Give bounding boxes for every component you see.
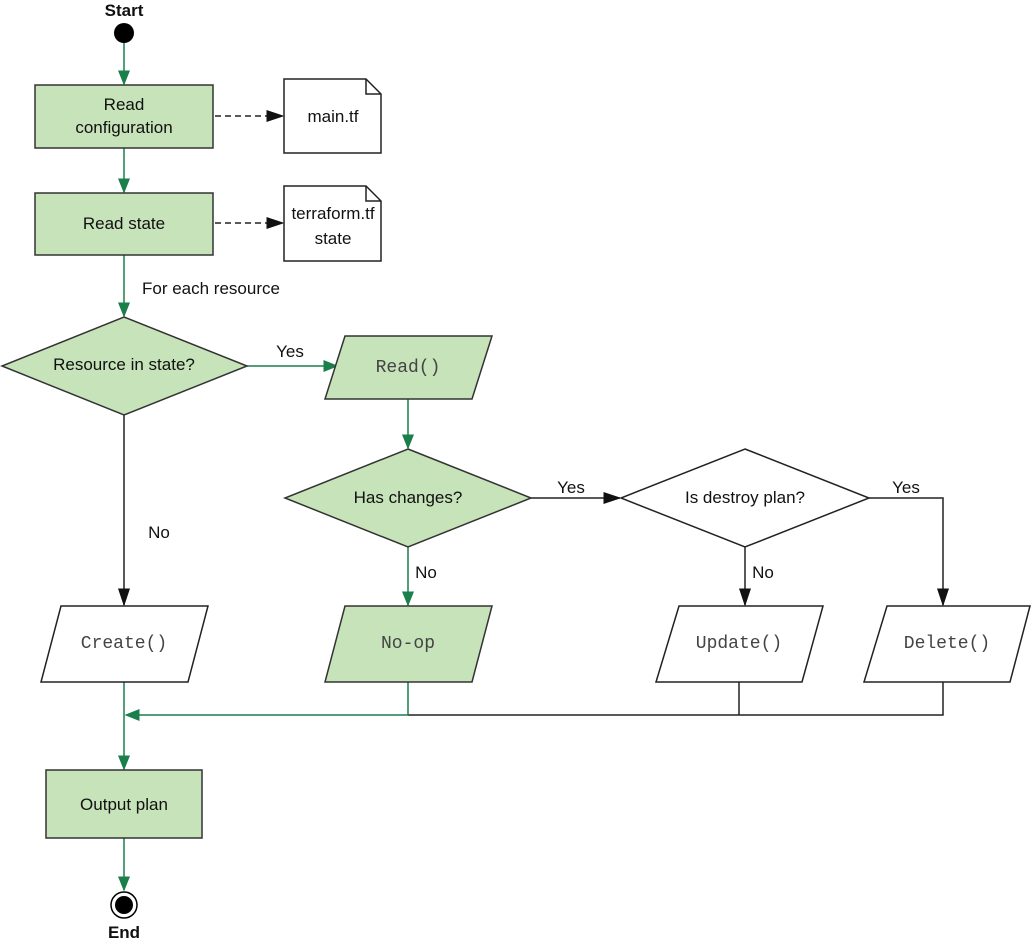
start-label: Start [105, 1, 144, 20]
start-node [114, 23, 134, 43]
noop-label: No-op [381, 634, 435, 654]
no-label-1: No [148, 523, 170, 542]
for-each-label: For each resource [142, 279, 280, 298]
state-file-line1: terraform.tf [291, 204, 374, 223]
read-configuration-line1: Read [104, 95, 145, 114]
end-node-inner [115, 896, 133, 914]
edge-delete-merge [408, 682, 944, 716]
read-state-label: Read state [83, 214, 165, 233]
no-label-2: No [415, 563, 437, 582]
read-fn-label: Read() [376, 358, 441, 378]
yes-label-3: Yes [892, 478, 920, 497]
output-plan-label: Output plan [80, 795, 168, 814]
delete-fn-label: Delete() [904, 634, 990, 654]
state-file-document-icon [283, 185, 382, 262]
yes-label-2: Yes [557, 478, 585, 497]
update-fn-label: Update() [696, 634, 782, 654]
no-label-3: No [752, 563, 774, 582]
end-label: End [108, 923, 140, 942]
yes-label-1: Yes [276, 342, 304, 361]
state-file-line2: state [315, 229, 352, 248]
flowchart: Start Read configuration main.tf Read st… [0, 1, 1031, 942]
resource-in-state-label: Resource in state? [53, 355, 195, 374]
is-destroy-plan-label: Is destroy plan? [685, 488, 805, 507]
has-changes-label: Has changes? [354, 488, 463, 507]
main-tf-label: main.tf [307, 107, 358, 126]
create-fn-label: Create() [81, 634, 167, 654]
edges [118, 43, 949, 892]
read-configuration-line2: configuration [75, 118, 172, 137]
edge-yes3 [869, 497, 949, 607]
